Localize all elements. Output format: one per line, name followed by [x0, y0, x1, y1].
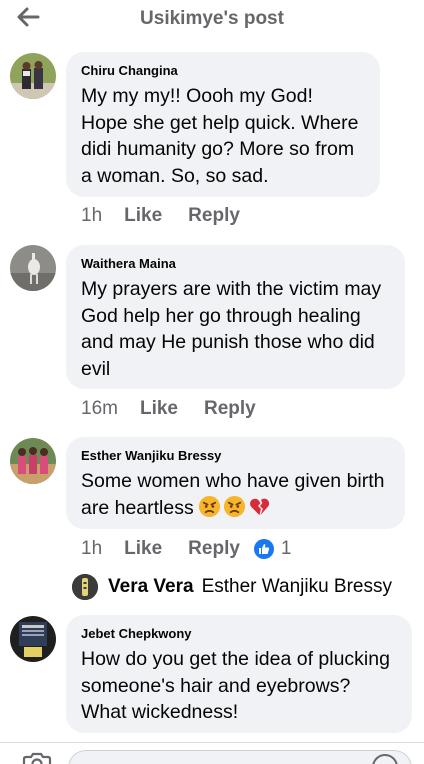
reply-button[interactable]: Reply — [204, 398, 256, 420]
reaction-count: 1 — [280, 538, 292, 559]
reply-preview[interactable]: Vera Vera Esther Wanjiku Bressy — [72, 571, 412, 603]
page-title: Usikimye's post — [140, 8, 284, 29]
broken-heart-icon — [249, 498, 269, 515]
comment-bubble[interactable]: Waithera Maina My prayers are with the v… — [66, 245, 405, 389]
comment-author[interactable]: Waithera Maina — [81, 255, 389, 273]
avatar[interactable] — [10, 616, 56, 662]
comment-text: How do you get the idea of plucking some… — [81, 648, 390, 723]
profile-photo — [10, 438, 56, 484]
profile-photo — [10, 245, 56, 291]
reply-button[interactable]: Reply — [188, 205, 240, 227]
avatar[interactable] — [10, 245, 56, 291]
comment-input[interactable] — [68, 750, 412, 764]
reply-author[interactable]: Vera Vera — [108, 576, 194, 598]
comment-text: My my my!! Oooh my God! Hope she get hel… — [81, 85, 359, 187]
reply-text: Esther Wanjiku Bressy — [201, 576, 393, 597]
like-button[interactable]: Like — [140, 398, 178, 420]
avatar[interactable] — [72, 574, 98, 600]
comment-bubble[interactable]: Esther Wanjiku Bressy Some women who hav… — [66, 437, 405, 529]
profile-photo — [10, 616, 56, 662]
angry-face-icon — [223, 495, 245, 517]
comment-timestamp: 1h — [81, 205, 103, 226]
comment-bubble[interactable]: Chiru Changina My my my!! Oooh my God! H… — [66, 52, 380, 197]
post-header: Usikimye's post — [0, 0, 424, 40]
comment-author[interactable]: Jebet Chepkwony — [81, 625, 396, 643]
comment-text: Some women who have given birth are hear… — [81, 468, 389, 521]
like-button[interactable]: Like — [124, 538, 162, 560]
comment-timestamp: 16m — [81, 398, 118, 419]
angry-face-icon — [198, 495, 220, 517]
thumbs-up-icon — [253, 539, 274, 559]
avatar[interactable] — [10, 53, 56, 99]
camera-button[interactable] — [22, 751, 52, 764]
comment-composer — [0, 742, 424, 764]
comment-actions: 1h Like Reply 1 — [81, 538, 292, 560]
reply-button[interactable]: Reply — [188, 538, 240, 560]
camera-icon — [22, 752, 52, 764]
comment-timestamp: 1h — [81, 538, 103, 559]
avatar[interactable] — [10, 438, 56, 484]
comment-author[interactable]: Chiru Changina — [81, 62, 364, 80]
comment-actions: 1h Like Reply — [81, 205, 240, 227]
emoji-group — [198, 495, 271, 518]
like-button[interactable]: Like — [124, 205, 162, 227]
profile-photo — [72, 574, 98, 600]
comment-actions: 16m Like Reply — [81, 398, 256, 420]
comment-author[interactable]: Esther Wanjiku Bressy — [81, 447, 389, 465]
comment-bubble[interactable]: Jebet Chepkwony How do you get the idea … — [66, 615, 412, 733]
comment-text: My prayers are with the victim may God h… — [81, 278, 382, 380]
profile-photo — [10, 53, 56, 99]
reaction-summary[interactable]: 1 — [253, 538, 292, 560]
